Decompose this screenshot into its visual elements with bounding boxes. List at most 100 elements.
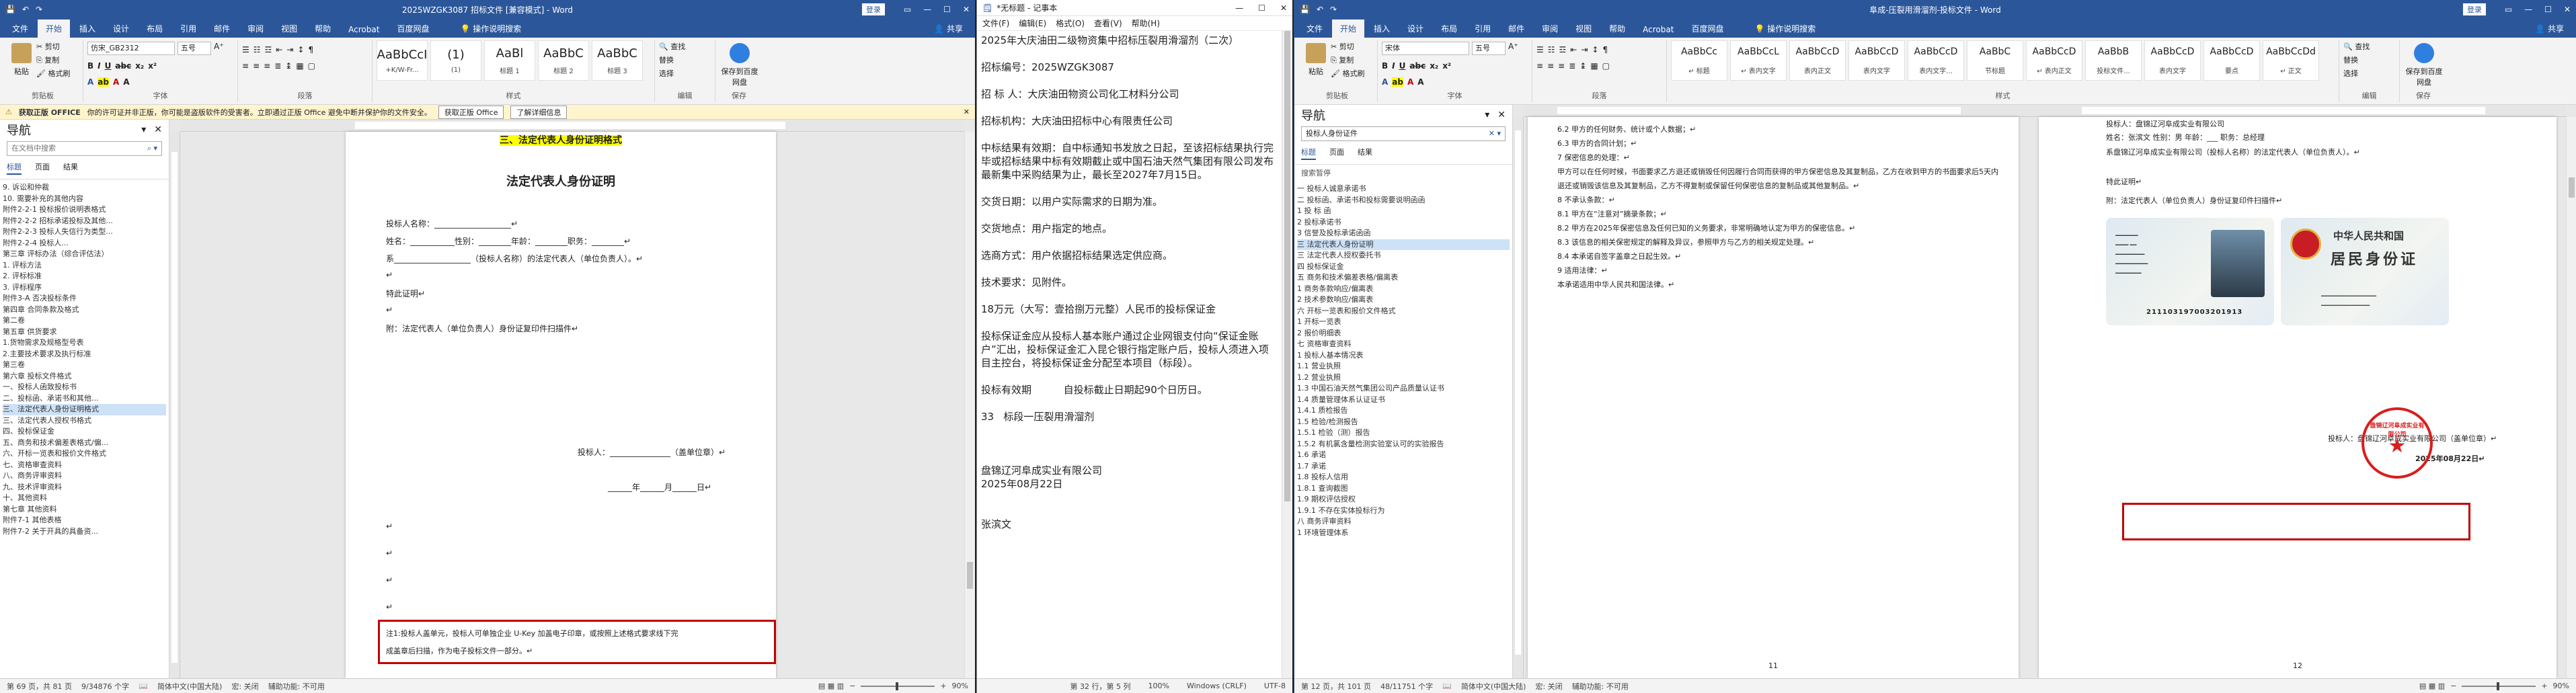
nav-heading-item[interactable]: 1.2 营业执照 (1297, 372, 1510, 384)
notepad-text-area[interactable]: 2025年大庆油田二级物资集中招标压裂用滑溜剂（二次） 招标编号：2025WZGK… (977, 31, 1282, 678)
bullets-icon[interactable]: ☰ (1536, 45, 1544, 54)
style-item[interactable]: AaBbC 标题 2 (538, 40, 589, 81)
grow-font-icon[interactable]: A⁺ (1508, 42, 1518, 55)
style-item[interactable]: AaBbCcD ↵ 表内正文 (2026, 40, 2082, 81)
nav-heading-item[interactable]: 1.5.1 检验（测）报告 (1297, 427, 1510, 439)
tab-design[interactable]: 设计 (105, 19, 137, 38)
style-item[interactable]: AaBbCcDd ↵ 正文 (2263, 40, 2319, 81)
style-item[interactable]: AaBbCcD 表内文字... (1908, 40, 1964, 81)
decrease-indent-icon[interactable]: ⇤ (276, 45, 282, 54)
macro-status[interactable]: 宏: 关闭 (231, 681, 258, 692)
underline-button[interactable]: U (1399, 61, 1406, 71)
tab-references[interactable]: 引用 (172, 19, 204, 38)
vertical-scrollbar[interactable] (964, 132, 975, 678)
select-button[interactable]: 选择 (659, 67, 711, 81)
sort-icon[interactable]: ↕ (1592, 45, 1598, 54)
align-center-icon[interactable]: ≡ (1547, 61, 1554, 71)
close-icon[interactable]: ✕ (964, 108, 970, 116)
tab-design[interactable]: 设计 (1399, 19, 1432, 38)
line-spacing-icon[interactable]: ↨ (285, 61, 292, 71)
tab-mailings[interactable]: 邮件 (206, 19, 238, 38)
multilevel-icon[interactable]: ☲ (1559, 45, 1567, 54)
style-item[interactable]: AaBl 标题 1 (484, 40, 535, 81)
style-item[interactable]: AaBbCcD 表内文字 (1848, 40, 1905, 81)
superscript-button[interactable]: x² (1442, 61, 1451, 71)
chevron-down-icon[interactable]: ▾ (141, 124, 146, 135)
decrease-indent-icon[interactable]: ⇤ (1570, 45, 1577, 54)
style-item[interactable]: AaBbCcL ↵ 表内文字 (1730, 40, 1787, 81)
nav-heading-item[interactable]: 十、其他资料 (3, 493, 166, 504)
share-button[interactable]: 👤 共享 (2527, 19, 2572, 38)
macro-status[interactable]: 宏: 关闭 (1535, 681, 1562, 692)
nav-heading-item[interactable]: 附件7-1 其他表格 (3, 515, 166, 526)
nav-heading-item[interactable]: 附件2-2-3 投标人失信行为类型... (3, 227, 166, 238)
minimize-button[interactable]: — (1235, 3, 1243, 13)
nav-heading-item[interactable]: 一 投标人诚意承诺书 (1297, 184, 1510, 195)
tab-layout[interactable]: 布局 (139, 19, 171, 38)
save-baidu-button[interactable]: 保存到百度网盘 (719, 40, 760, 87)
nav-search-input[interactable]: 投标人身份证件 ✕ ▾ (1301, 126, 1506, 141)
style-item[interactable]: AaBbCc ↵ 标题 (1671, 40, 1727, 81)
language[interactable]: 简体中文(中国大陆) (1461, 681, 1526, 692)
maximize-button[interactable]: ☐ (943, 5, 951, 14)
show-marks-icon[interactable]: ¶ (308, 45, 313, 54)
nav-heading-item[interactable]: 2 技术参数响应/偏离表 (1297, 294, 1510, 306)
borders-icon[interactable]: ▢ (308, 61, 315, 71)
nav-heading-item[interactable]: 1 环境管理体系 (1297, 528, 1510, 539)
zoom-level[interactable]: 90% (952, 682, 968, 690)
format-painter-button[interactable]: 🖌 格式刷 (36, 67, 70, 81)
nav-heading-item[interactable]: 第三卷 (3, 360, 166, 371)
word-count[interactable]: 9/34876 个字 (81, 681, 129, 692)
borders-icon[interactable]: ▢ (1602, 61, 1610, 71)
accessibility-status[interactable]: 辅助功能: 不可用 (268, 681, 325, 692)
nav-heading-item[interactable]: 1.5.2 有机氯含量检测实验室认可的实验报告 (1297, 439, 1510, 450)
nav-heading-item[interactable]: 2 报价明细表 (1297, 328, 1510, 339)
nav-tab-headings[interactable]: 标题 (1301, 147, 1316, 160)
tab-insert[interactable]: 插入 (1366, 19, 1398, 38)
nav-heading-item[interactable]: 1.5 检验/检测报告 (1297, 417, 1510, 428)
sort-icon[interactable]: ↕ (297, 45, 304, 54)
undo-icon[interactable]: ↶ (22, 5, 29, 14)
menu-view[interactable]: 查看(V) (1094, 17, 1122, 29)
nav-heading-item[interactable]: 1.9 期权评估授权 (1297, 494, 1510, 505)
vertical-ruler[interactable] (169, 132, 180, 678)
nav-heading-item[interactable]: 七、资格审查资料 (3, 460, 166, 471)
nav-heading-item[interactable]: 1.货物需求及规格型号表 (3, 337, 166, 349)
tab-acrobat[interactable]: Acrobat (340, 22, 387, 38)
char-shading-icon[interactable]: A (123, 77, 129, 87)
ribbon-options-icon[interactable]: ▭ (2505, 5, 2512, 14)
accessibility-status[interactable]: 辅助功能: 不可用 (1572, 681, 1629, 692)
nav-heading-item[interactable]: 一、投标人函致投标书 (3, 382, 166, 393)
subscript-button[interactable]: x₂ (135, 61, 144, 71)
nav-heading-item[interactable]: 五、商务和技术偏差表格式/偏... (3, 438, 166, 449)
tab-home[interactable]: 开始 (1332, 19, 1365, 38)
increase-indent-icon[interactable]: ⇥ (286, 45, 293, 54)
tab-mailings[interactable]: 邮件 (1500, 19, 1532, 38)
copy-button[interactable]: ⎘ 复制 (1331, 54, 1364, 67)
nav-heading-item[interactable]: 二、投标函、承诺书和其他... (3, 393, 166, 405)
tab-help[interactable]: 帮助 (307, 19, 339, 38)
tab-review[interactable]: 审阅 (239, 19, 272, 38)
redo-icon[interactable]: ↷ (36, 5, 42, 14)
nav-heading-item[interactable]: 六、开标一览表和报价文件格式 (3, 448, 166, 460)
shading-icon[interactable]: ▦ (1590, 61, 1598, 71)
bold-button[interactable]: B (87, 61, 93, 71)
copy-button[interactable]: ⎘ 复制 (36, 54, 70, 67)
proofing-icon[interactable]: 📖 (139, 682, 148, 690)
nav-heading-item[interactable]: 八、商务评审资料 (3, 471, 166, 482)
minimize-button[interactable]: — (2524, 5, 2532, 14)
tab-baidu[interactable]: 百度网盘 (1683, 19, 1731, 38)
font-color-icon[interactable]: A (113, 77, 119, 87)
language[interactable]: 简体中文(中国大陆) (157, 681, 223, 692)
close-button[interactable]: ✕ (2564, 5, 2571, 14)
ribbon-options-icon[interactable]: ▭ (904, 5, 911, 14)
bold-button[interactable]: B (1382, 61, 1388, 71)
nav-heading-item[interactable]: 附件3-A 否决投标条件 (3, 293, 166, 304)
nav-heading-item[interactable]: 2 投标承诺书 (1297, 217, 1510, 229)
vertical-scrollbar[interactable] (2566, 117, 2576, 678)
chevron-down-icon[interactable]: ▾ (1485, 110, 1489, 120)
nav-heading-item[interactable]: 第四章 合同条款及格式 (3, 304, 166, 316)
nav-heading-item[interactable]: 第二卷 (3, 315, 166, 327)
find-button[interactable]: 🔍 查找 (2343, 40, 2395, 54)
nav-heading-item[interactable]: 1 投 标 函 (1297, 206, 1510, 217)
